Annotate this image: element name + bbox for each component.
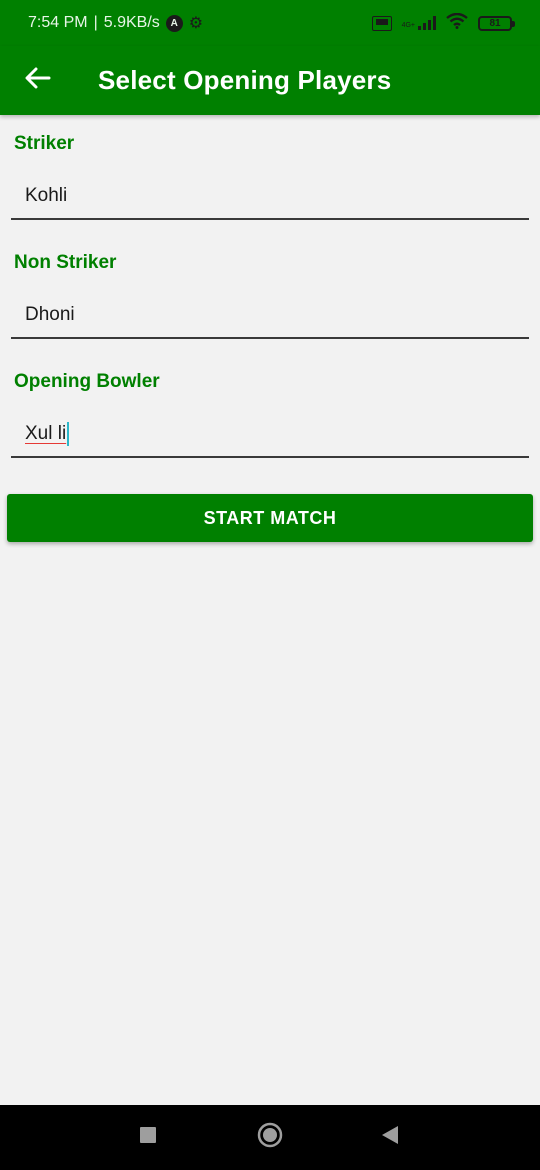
status-speed: 5.9KB/s <box>103 14 160 31</box>
opening-bowler-value: Xul li <box>25 423 67 444</box>
non-striker-input[interactable] <box>11 293 529 339</box>
arrow-left-icon <box>25 67 51 94</box>
square-icon <box>139 1126 157 1149</box>
cell-signal-icon <box>418 16 436 30</box>
status-separator: | <box>93 14 98 31</box>
app-notification-icon: A <box>165 14 183 32</box>
volte-icon <box>371 15 392 31</box>
start-match-button[interactable]: START MATCH <box>7 494 533 542</box>
text-cursor <box>67 422 70 446</box>
app-bar: Select Opening Players <box>0 46 540 115</box>
recent-apps-button[interactable] <box>118 1105 178 1170</box>
battery-icon: 81 <box>478 15 515 31</box>
triangle-back-icon <box>381 1125 399 1150</box>
striker-input[interactable] <box>11 174 529 220</box>
circle-icon <box>257 1122 283 1153</box>
gear-icon: ⚙ <box>188 15 204 32</box>
status-left: 7:54 PM | 5.9KB/s A ⚙ <box>28 13 203 33</box>
wifi-icon <box>446 12 468 34</box>
status-time: 7:54 PM <box>28 14 88 31</box>
home-button[interactable] <box>240 1105 300 1170</box>
status-right: 4G+ 81 <box>371 12 515 34</box>
striker-label: Striker <box>14 133 75 154</box>
back-button[interactable] <box>0 46 76 115</box>
status-bar: 7:54 PM | 5.9KB/s A ⚙ 4G+ 81 <box>0 0 540 46</box>
opening-bowler-label: Opening Bowler <box>14 371 160 392</box>
page-title: Select Opening Players <box>98 65 392 95</box>
opening-bowler-input[interactable]: Xul li <box>11 412 529 458</box>
system-back-button[interactable] <box>360 1105 420 1170</box>
network-type-label: 4G+ <box>401 22 415 29</box>
cell-signal-group: 4G+ <box>402 16 436 30</box>
non-striker-label: Non Striker <box>14 252 117 273</box>
battery-level: 81 <box>489 17 501 29</box>
system-nav-bar <box>0 1105 540 1170</box>
